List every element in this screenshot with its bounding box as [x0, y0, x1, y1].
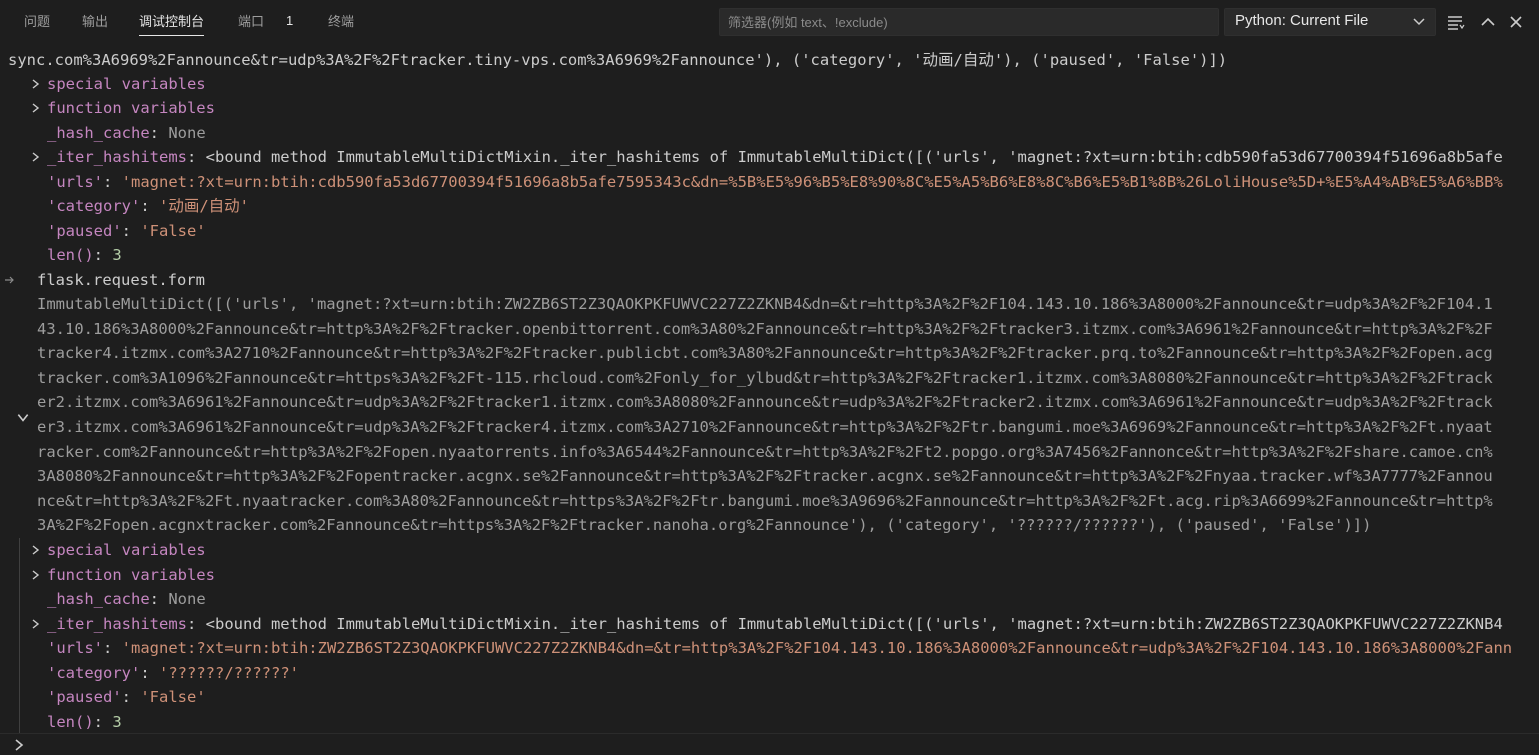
- var-value: 'magnet:?xt=urn:btih:ZW2ZB6ST2Z3QAOKPKFU…: [121, 639, 1513, 657]
- output-line: sync.com%3A6969%2Fannounce&tr=udp%3A%2F%…: [8, 51, 1228, 69]
- tab-ports[interactable]: 端口: [238, 13, 264, 35]
- result-line: 3A%2F%2Fopen.acgnxtracker.com%2Fannounce…: [37, 516, 1372, 534]
- var-value: 3: [112, 713, 122, 731]
- paused-row: 'paused': 'False': [47, 688, 206, 706]
- var-value: <bound method ImmutableMultiDictMixin._i…: [205, 615, 1503, 633]
- var-name: len(): [47, 246, 94, 264]
- var-value: 3: [112, 246, 122, 264]
- var-value: 'False': [140, 688, 206, 706]
- category-row: 'category': '动画/自动': [47, 197, 249, 215]
- result-line: er3.itzmx.com%3A6961%2Fannounce&tr=udp%3…: [37, 418, 1493, 436]
- panel-header: 问题 输出 调试控制台 端口 1 终端 Python: Current File: [0, 0, 1539, 44]
- result-line: er2.itzmx.com%3A6961%2Fannounce&tr=udp%3…: [37, 393, 1493, 411]
- result-line: 43.10.186%3A8000%2Fannounce&tr=http%3A%2…: [37, 320, 1493, 338]
- chevron-right-icon[interactable]: [29, 618, 41, 630]
- result-line: nce&tr=http%3A%2F%2Ft.nyaatracker.com%3A…: [37, 492, 1493, 510]
- close-panel-icon[interactable]: [1506, 12, 1526, 32]
- repl-input-bar: [0, 733, 1539, 755]
- var-value: None: [168, 124, 206, 142]
- var-value: 'False': [140, 222, 206, 240]
- chevron-right-icon[interactable]: [29, 544, 41, 556]
- var-value: <bound method ImmutableMultiDictMixin._i…: [205, 148, 1503, 166]
- var-value: 'magnet:?xt=urn:btih:cdb590fa53d67700394…: [121, 173, 1503, 191]
- var-name: _iter_hashitems: [47, 615, 187, 633]
- function-variables-node[interactable]: function variables: [47, 563, 215, 588]
- var-value: '动画/自动': [159, 197, 249, 215]
- paused-row: 'paused': 'False': [47, 222, 206, 240]
- tab-output[interactable]: 输出: [82, 13, 108, 35]
- var-name: 'paused': [47, 688, 122, 706]
- special-variables-node[interactable]: special variables: [47, 538, 206, 563]
- debug-console-output: sync.com%3A6969%2Fannounce&tr=udp%3A%2F%…: [0, 44, 1539, 733]
- chevron-right-icon: [15, 739, 24, 751]
- var-value: '??????/??????': [159, 664, 299, 682]
- result-line: racker.com%2Fannounce&tr=http%3A%2F%2Fop…: [37, 443, 1493, 461]
- var-name: 'category': [47, 197, 141, 215]
- collapse-all-icon[interactable]: [1446, 12, 1466, 32]
- result-line: ImmutableMultiDict([('urls', 'magnet:?xt…: [37, 295, 1493, 313]
- var-name: _iter_hashitems: [47, 148, 187, 166]
- chevron-right-icon[interactable]: [29, 151, 41, 163]
- len-row: len(): 3: [47, 713, 122, 731]
- evaluated-expression: flask.request.form: [37, 271, 205, 289]
- hash-cache-row: _hash_cache: None: [47, 590, 206, 608]
- hash-cache-row: _hash_cache: None: [47, 124, 206, 142]
- urls-row: 'urls': 'magnet:?xt=urn:btih:ZW2ZB6ST2Z3…: [47, 639, 1513, 657]
- ports-count-badge: 1: [286, 13, 294, 28]
- chevron-right-icon[interactable]: [29, 569, 41, 581]
- tab-problems[interactable]: 问题: [24, 13, 50, 35]
- var-name: 'urls': [47, 173, 103, 191]
- maximize-panel-icon[interactable]: [1478, 12, 1498, 32]
- iter-hashitems-node[interactable]: _iter_hashitems: <bound method Immutable…: [47, 612, 1503, 637]
- iter-hashitems-node[interactable]: _iter_hashitems: <bound method Immutable…: [47, 145, 1503, 170]
- tree-indent-guide: [19, 538, 20, 733]
- function-variables-node[interactable]: function variables: [47, 96, 215, 121]
- urls-row: 'urls': 'magnet:?xt=urn:btih:cdb590fa53d…: [47, 173, 1503, 191]
- len-row: len(): 3: [47, 246, 122, 264]
- var-name: 'urls': [47, 639, 103, 657]
- launch-config-label: Python: Current File: [1235, 12, 1369, 29]
- input-arrow-icon: [5, 276, 14, 284]
- special-variables-node[interactable]: special variables: [47, 72, 206, 97]
- tab-terminal[interactable]: 终端: [328, 13, 354, 35]
- result-line: tracker4.itzmx.com%3A2710%2Fannounce&tr=…: [37, 344, 1493, 362]
- tab-debug-console[interactable]: 调试控制台: [139, 13, 205, 36]
- var-name: len(): [47, 713, 94, 731]
- var-value: None: [168, 590, 206, 608]
- repl-input[interactable]: [32, 734, 1526, 755]
- chevron-down-icon: [1413, 18, 1425, 26]
- var-name: 'category': [47, 664, 141, 682]
- filter-input[interactable]: [719, 8, 1219, 36]
- launch-config-select[interactable]: Python: Current File: [1224, 8, 1436, 36]
- var-name: _hash_cache: [47, 590, 150, 608]
- var-name: 'paused': [47, 222, 122, 240]
- result-line: tracker.com%3A1096%2Fannounce&tr=https%3…: [37, 369, 1493, 387]
- var-name: _hash_cache: [47, 124, 150, 142]
- chevron-right-icon[interactable]: [29, 78, 41, 90]
- chevron-right-icon[interactable]: [29, 102, 41, 114]
- category-row: 'category': '??????/??????': [47, 664, 299, 682]
- result-line: 3A8080%2Fannounce&tr=http%3A%2F%2Fopentr…: [37, 467, 1493, 485]
- chevron-down-icon[interactable]: [16, 410, 30, 424]
